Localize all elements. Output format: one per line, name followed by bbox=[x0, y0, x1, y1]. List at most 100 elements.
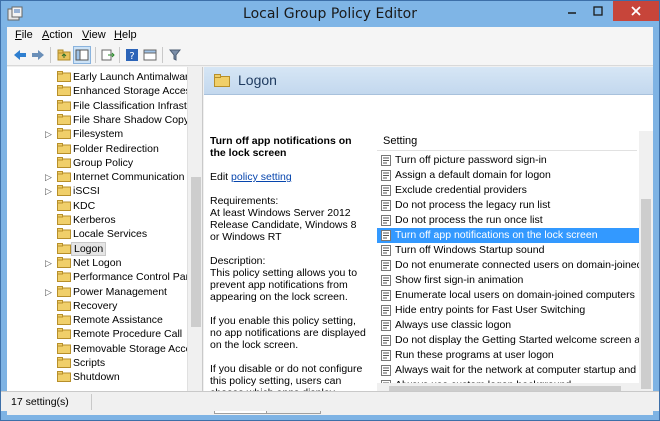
enabled-text: If you enable this policy setting, no ap… bbox=[210, 315, 366, 351]
tree-item-label: Remote Assistance bbox=[73, 314, 163, 327]
setting-row[interactable]: Run these programs at user logon bbox=[377, 348, 639, 363]
setting-row[interactable]: Do not enumerate connected users on doma… bbox=[377, 258, 639, 273]
menu-action[interactable]: Action bbox=[42, 29, 73, 41]
tree-vertical-scrollbar[interactable] bbox=[187, 67, 202, 399]
setting-row[interactable]: Always use classic logon bbox=[377, 318, 639, 333]
svg-text:?: ? bbox=[129, 51, 134, 62]
folder-icon bbox=[57, 256, 71, 268]
tree-item-label: KDC bbox=[73, 199, 96, 212]
setting-row[interactable]: Do not display the Getting Started welco… bbox=[377, 333, 639, 348]
show-hide-tree-button[interactable] bbox=[73, 46, 91, 64]
up-one-level-button[interactable] bbox=[55, 46, 73, 64]
setting-row[interactable]: Hide entry points for Fast User Switchin… bbox=[377, 303, 639, 318]
requirements-label: Requirements: bbox=[210, 195, 279, 207]
settings-scroll-thumb[interactable] bbox=[641, 199, 651, 389]
setting-row[interactable]: Turn off picture password sign-in bbox=[377, 153, 639, 168]
folder-icon bbox=[57, 156, 71, 168]
requirements: Requirements: At least Windows Server 201… bbox=[210, 195, 368, 243]
folder-icon bbox=[57, 371, 71, 383]
folder-up-icon bbox=[57, 49, 71, 61]
folder-icon bbox=[214, 74, 230, 87]
policy-setting-icon bbox=[381, 260, 391, 271]
maximize-button[interactable] bbox=[585, 1, 611, 21]
expand-arrow-icon[interactable]: ▷ bbox=[45, 287, 53, 297]
folder-icon bbox=[57, 113, 71, 125]
folder-icon bbox=[57, 314, 71, 326]
menu-file-mnemonic: F bbox=[15, 29, 22, 41]
menu-view-label: iew bbox=[89, 29, 106, 41]
policy-setting-icon bbox=[381, 335, 391, 346]
setting-row[interactable]: Exclude credential providers bbox=[377, 183, 639, 198]
folder-icon bbox=[57, 242, 71, 254]
tree-item-label: Group Policy bbox=[73, 156, 134, 169]
setting-row[interactable]: Enumerate local users on domain-joined c… bbox=[377, 288, 639, 303]
title-bar[interactable]: Local Group Policy Editor bbox=[1, 1, 659, 27]
setting-row[interactable]: Do not process the run once list bbox=[377, 213, 639, 228]
menu-file-label: ile bbox=[21, 29, 33, 41]
setting-row[interactable]: Always wait for the network at computer … bbox=[377, 363, 639, 378]
back-icon bbox=[14, 50, 26, 60]
tree-item-label: Shutdown bbox=[73, 371, 120, 384]
policy-setting-icon bbox=[381, 230, 391, 241]
settings-vertical-scrollbar[interactable] bbox=[639, 131, 653, 397]
folder-icon bbox=[57, 99, 71, 111]
setting-row[interactable]: Show first sign-in animation bbox=[377, 273, 639, 288]
main-window: Local Group Policy Editor File Action Vi… bbox=[0, 0, 660, 421]
policy-setting-icon bbox=[381, 215, 391, 226]
tree-item-label: Power Management bbox=[73, 285, 167, 298]
help-icon: ? bbox=[126, 49, 138, 62]
close-button[interactable] bbox=[613, 1, 659, 21]
folder-icon bbox=[57, 285, 71, 297]
setting-column-header[interactable]: Setting bbox=[377, 131, 637, 151]
setting-row[interactable]: Assign a default domain for logon bbox=[377, 168, 639, 183]
export-list-button[interactable] bbox=[99, 46, 117, 64]
folder-icon bbox=[57, 299, 71, 311]
expand-arrow-icon[interactable]: ▷ bbox=[45, 129, 53, 139]
minimize-icon bbox=[568, 12, 576, 14]
minimize-button[interactable] bbox=[559, 1, 585, 21]
policy-setting-icon bbox=[381, 185, 391, 196]
policy-setting-icon bbox=[381, 155, 391, 166]
setting-label: Do not enumerate connected users on doma… bbox=[395, 259, 639, 271]
expand-arrow-icon[interactable]: ▷ bbox=[45, 258, 53, 268]
folder-icon bbox=[57, 342, 71, 354]
tree-item-label: Scripts bbox=[73, 357, 106, 369]
menu-file[interactable]: File bbox=[15, 29, 33, 41]
setting-row[interactable]: Turn off app notifications on the lock s… bbox=[377, 228, 639, 243]
help-button[interactable]: ? bbox=[123, 46, 141, 64]
setting-label: Exclude credential providers bbox=[395, 184, 527, 196]
expand-arrow-icon[interactable]: ▷ bbox=[45, 186, 53, 196]
tree-item-label: iSCSI bbox=[73, 185, 100, 198]
edit-policy-link[interactable]: policy setting bbox=[231, 171, 292, 183]
tree-item-label: Filesystem bbox=[73, 128, 124, 141]
filter-button[interactable] bbox=[166, 46, 184, 64]
forward-icon bbox=[32, 50, 44, 60]
policy-setting-icon bbox=[381, 365, 391, 376]
menu-help[interactable]: Help bbox=[114, 29, 137, 41]
description-label: Description: bbox=[210, 255, 266, 267]
policy-description: Turn off app notifications on the lock s… bbox=[210, 135, 368, 421]
forward-button[interactable] bbox=[29, 46, 47, 64]
properties-button[interactable] bbox=[141, 46, 159, 64]
setting-label: Always use classic logon bbox=[395, 319, 512, 331]
filter-icon bbox=[169, 49, 181, 61]
expand-arrow-icon[interactable]: ▷ bbox=[45, 172, 53, 182]
tree-scroll-thumb[interactable] bbox=[191, 177, 201, 327]
setting-label: Turn off app notifications on the lock s… bbox=[395, 229, 598, 241]
requirements-text: At least Windows Server 2012 Release Can… bbox=[210, 207, 357, 243]
menu-view[interactable]: View bbox=[82, 29, 106, 41]
client-area: File Action View Help ? Early Launch Ant… bbox=[7, 27, 653, 415]
setting-label: Hide entry points for Fast User Switchin… bbox=[395, 304, 586, 316]
folder-icon bbox=[57, 328, 71, 340]
setting-label: Turn off picture password sign-in bbox=[395, 154, 547, 166]
toolbar-separator bbox=[95, 47, 96, 63]
status-separator bbox=[91, 394, 92, 410]
setting-label: Run these programs at user logon bbox=[395, 349, 554, 361]
back-button[interactable] bbox=[11, 46, 29, 64]
folder-icon bbox=[57, 357, 71, 368]
settings-list: Setting Turn off picture password sign-i… bbox=[377, 131, 653, 397]
setting-row[interactable]: Turn off Windows Startup sound bbox=[377, 243, 639, 258]
setting-row[interactable]: Do not process the legacy run list bbox=[377, 198, 639, 213]
tree-item-label: Kerberos bbox=[73, 214, 116, 226]
toolbar: ? bbox=[7, 44, 653, 66]
